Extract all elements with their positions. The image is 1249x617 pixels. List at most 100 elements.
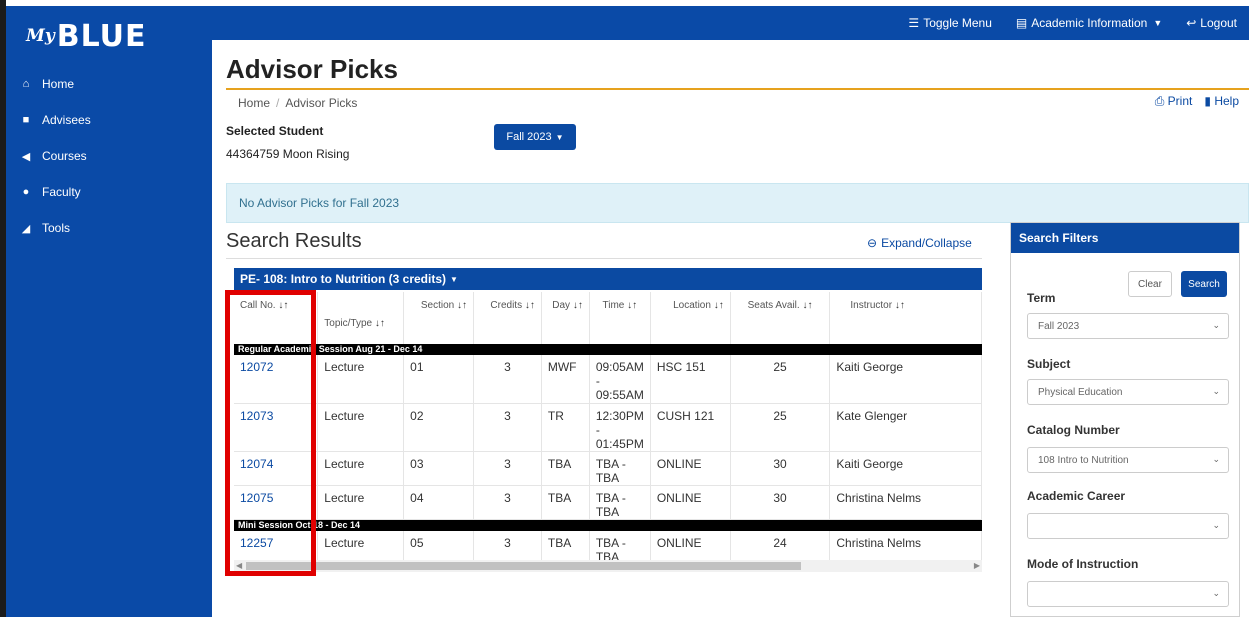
course-header-toggle[interactable]: PE- 108: Intro to Nutrition (3 credits) … <box>234 268 982 290</box>
expand-collapse-button[interactable]: ⊖ Expand/Collapse <box>867 236 972 250</box>
subject-label: Subject <box>1027 357 1071 371</box>
mode-of-instruction-label: Mode of Instruction <box>1027 557 1139 571</box>
column-header-seats[interactable]: Seats Avail. ↓↑ <box>730 292 831 344</box>
sort-icon: ↓↑ <box>572 300 583 311</box>
credits-cell: 3 <box>473 403 542 452</box>
chevron-down-icon: ⌄ <box>1212 520 1220 530</box>
term-dropdown-button[interactable]: Fall 2023 ▼ <box>494 124 576 150</box>
mode-of-instruction-select[interactable]: ⌄ <box>1027 581 1229 607</box>
breadcrumb: Home / Advisor Picks <box>238 96 358 110</box>
column-header-section[interactable]: Section ↓↑ <box>403 292 474 344</box>
day-cell: TBA <box>541 451 590 486</box>
academic-career-select[interactable]: ⌄ <box>1027 513 1229 539</box>
table-row: 12075 Lecture 04 3 TBA TBA - TBA ONLINE … <box>234 485 982 520</box>
print-button[interactable]: ⎙ Print <box>1155 94 1193 109</box>
column-header-day[interactable]: Day ↓↑ <box>541 292 590 344</box>
sort-icon: ↓↑ <box>374 318 385 329</box>
tools-icon: ◢ <box>21 222 31 235</box>
no-picks-alert: No Advisor Picks for Fall 2023 <box>226 183 1249 223</box>
scrollbar-thumb[interactable] <box>246 562 801 570</box>
search-results-heading: Search Results <box>226 230 362 252</box>
day-cell: TBA <box>541 530 590 565</box>
menu-icon: ☰ <box>908 16 920 30</box>
day-cell: MWF <box>541 355 590 404</box>
location-cell: ONLINE <box>650 451 731 486</box>
term-select[interactable]: Fall 2023 ⌄ <box>1027 313 1229 339</box>
type-cell: Lecture <box>317 485 405 520</box>
session-label: Mini Session Oct 18 - Dec 14 <box>234 519 982 531</box>
sort-icon: ↓↑ <box>457 300 467 311</box>
time-cell: 09:05AM -09:55AM <box>589 355 651 404</box>
sort-icon: ↓↑ <box>894 300 905 311</box>
sections-table: Call No. ↓↑ Topic/Type ↓↑ Section ↓↑ Cre… <box>234 292 982 565</box>
sidebar-item-tools[interactable]: ◢ Tools <box>6 210 212 246</box>
calendar-icon: ▤ <box>1015 16 1028 30</box>
seats-cell: 24 <box>730 530 831 565</box>
seats-cell: 30 <box>730 451 831 486</box>
horizontal-scrollbar[interactable]: ◀ ▶ <box>234 560 982 572</box>
book-icon: ▮ <box>1204 94 1211 108</box>
sidebar-item-advisees[interactable]: ■ Advisees <box>6 102 212 138</box>
sidebar-item-home[interactable]: ⌂ Home <box>6 66 212 102</box>
logout-button[interactable]: ↩ Logout <box>1174 6 1249 40</box>
expand-icon: ⊖ <box>867 236 878 250</box>
call-no-highlight-box <box>225 290 316 576</box>
chevron-down-icon: ⌄ <box>1212 588 1220 598</box>
help-button[interactable]: ▮ Help <box>1204 94 1239 109</box>
session-label: Regular Academic Session Aug 21 - Dec 14 <box>234 344 982 355</box>
column-header-time[interactable]: Time ↓↑ <box>589 292 651 344</box>
section-cell: 01 <box>403 355 474 404</box>
academic-information-dropdown[interactable]: ▤ Academic Information ▼ <box>1004 6 1174 40</box>
section-cell: 03 <box>403 451 474 486</box>
instructor-cell: Kaiti George <box>829 355 982 404</box>
folder-icon: ■ <box>22 114 30 126</box>
credits-cell: 3 <box>473 451 542 486</box>
instructor-cell: Kate Glenger <box>829 403 982 452</box>
clear-button[interactable]: Clear <box>1128 271 1172 297</box>
sort-icon: ↓↑ <box>802 300 813 311</box>
column-header-topic-type[interactable]: Topic/Type ↓↑ <box>317 292 405 344</box>
sort-icon: ↓↑ <box>713 300 724 311</box>
table-header-row: Call No. ↓↑ Topic/Type ↓↑ Section ↓↑ Cre… <box>234 292 982 344</box>
page-title: Advisor Picks <box>226 54 398 84</box>
location-cell: HSC 151 <box>650 355 731 404</box>
user-icon: ● <box>22 186 30 198</box>
search-filters-panel: Search Filters Clear Search Term Fall 20… <box>1010 222 1240 617</box>
logout-icon: ↩ <box>1186 16 1197 30</box>
seats-cell: 25 <box>730 403 831 452</box>
credits-cell: 3 <box>473 485 542 520</box>
time-cell: 12:30PM -01:45PM <box>589 403 651 452</box>
arrow-left-icon: ◀ <box>21 150 31 163</box>
breadcrumb-home-link[interactable]: Home <box>238 96 270 110</box>
sidebar: My BLUE ⌂ Home ■ Advisees ◀ Courses ● Fa… <box>6 6 212 617</box>
caret-down-icon: ▼ <box>450 274 458 284</box>
chevron-down-icon: ⌄ <box>1212 454 1220 464</box>
credits-cell: 3 <box>473 355 542 404</box>
subject-select[interactable]: Physical Education ⌄ <box>1027 379 1229 405</box>
sort-icon: ↓↑ <box>524 300 535 311</box>
session-header-row: Mini Session Oct 18 - Dec 14 <box>234 519 982 531</box>
table-row: 12073 Lecture 02 3 TR 12:30PM -01:45PM C… <box>234 403 982 452</box>
term-label: Term <box>1027 291 1056 305</box>
location-cell: ONLINE <box>650 485 731 520</box>
column-header-instructor[interactable]: Instructor ↓↑ <box>829 292 982 344</box>
scroll-right-icon[interactable]: ▶ <box>974 561 980 570</box>
app-logo[interactable]: My BLUE <box>6 6 212 66</box>
column-header-location[interactable]: Location ↓↑ <box>650 292 731 344</box>
sidebar-item-courses[interactable]: ◀ Courses <box>6 138 212 174</box>
table-row: 12072 Lecture 01 3 MWF 09:05AM -09:55AM … <box>234 355 982 404</box>
type-cell: Lecture <box>317 355 405 404</box>
toggle-menu-button[interactable]: ☰ Toggle Menu <box>896 6 1003 40</box>
sidebar-item-faculty[interactable]: ● Faculty <box>6 174 212 210</box>
results-divider <box>226 258 982 259</box>
title-divider <box>226 88 1249 90</box>
instructor-cell: Christina Nelms <box>829 485 982 520</box>
section-cell: 04 <box>403 485 474 520</box>
selected-student-value: 44364759 Moon Rising <box>226 147 350 161</box>
catalog-number-select[interactable]: 108 Intro to Nutrition ⌄ <box>1027 447 1229 473</box>
session-header-row: Regular Academic Session Aug 21 - Dec 14 <box>234 344 982 355</box>
column-header-credits[interactable]: Credits ↓↑ <box>473 292 542 344</box>
type-cell: Lecture <box>317 403 405 452</box>
search-button[interactable]: Search <box>1181 271 1227 297</box>
academic-career-label: Academic Career <box>1027 489 1126 503</box>
